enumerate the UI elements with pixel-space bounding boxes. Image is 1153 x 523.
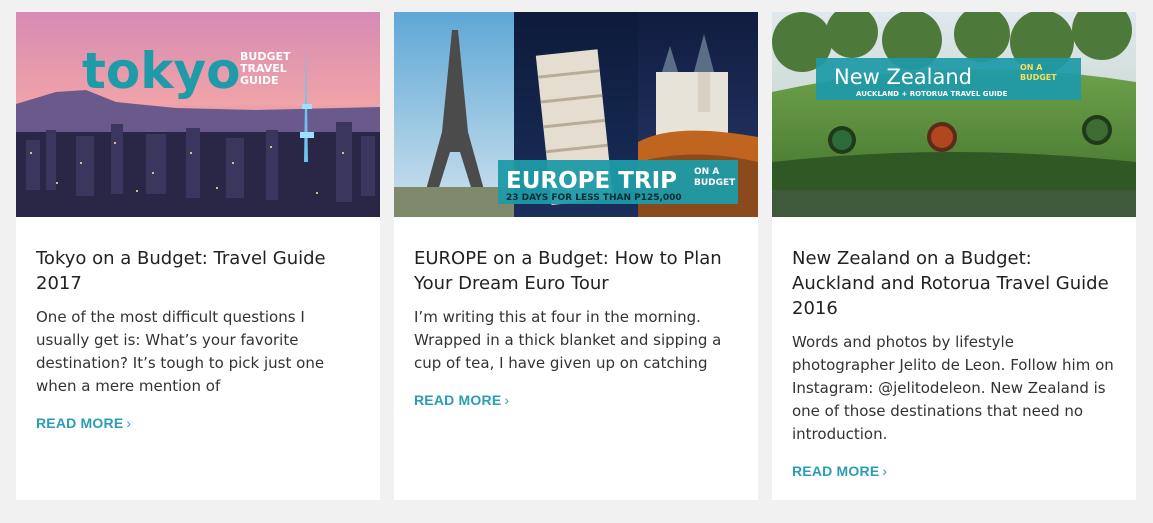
read-more-link-tokyo[interactable]: READ MORE › bbox=[36, 415, 131, 431]
tokyo-skyline-image: tokyo BUDGET TRAVEL GUIDE bbox=[16, 12, 380, 217]
post-title-new-zealand[interactable]: New Zealand on a Budget: Auckland and Ro… bbox=[792, 246, 1116, 321]
nz-image-tagline-2: BUDGET bbox=[1020, 73, 1057, 82]
nz-image-headline: New Zealand bbox=[834, 65, 972, 89]
hobbiton-image: New Zealand ON A BUDGET AUCKLAND + ROTOR… bbox=[772, 12, 1136, 217]
post-thumbnail-europe[interactable]: EUROPE TRIP ON A BUDGET 23 DAYS FOR LESS… bbox=[394, 12, 758, 217]
chevron-right-icon: › bbox=[126, 415, 132, 431]
tokyo-image-headline: tokyo bbox=[82, 42, 240, 100]
post-excerpt-tokyo: One of the most difficult questions I us… bbox=[36, 308, 325, 395]
post-excerpt-europe: I’m writing this at four in the morning.… bbox=[414, 308, 722, 372]
post-card-europe: EUROPE TRIP ON A BUDGET 23 DAYS FOR LESS… bbox=[394, 12, 758, 500]
post-title-tokyo[interactable]: Tokyo on a Budget: Travel Guide 2017 bbox=[36, 246, 360, 296]
post-grid: tokyo BUDGET TRAVEL GUIDE Tokyo on a Bud… bbox=[0, 0, 1153, 523]
nz-image-tagline-1: ON A bbox=[1020, 63, 1043, 72]
post-thumbnail-new-zealand[interactable]: New Zealand ON A BUDGET AUCKLAND + ROTOR… bbox=[772, 12, 1136, 217]
read-more-link-new-zealand[interactable]: READ MORE › bbox=[792, 463, 887, 479]
read-more-label: READ MORE bbox=[36, 415, 124, 431]
read-more-label: READ MORE bbox=[414, 392, 502, 408]
tokyo-image-tagline-3: GUIDE bbox=[240, 74, 279, 87]
chevron-right-icon: › bbox=[882, 463, 888, 479]
post-thumbnail-tokyo[interactable]: tokyo BUDGET TRAVEL GUIDE bbox=[16, 12, 380, 217]
europe-image-tagline-1: ON A bbox=[694, 167, 719, 177]
post-card-new-zealand: New Zealand ON A BUDGET AUCKLAND + ROTOR… bbox=[772, 12, 1136, 500]
europe-image-subline: 23 DAYS FOR LESS THAN P125,000 bbox=[506, 193, 682, 203]
read-more-link-europe[interactable]: READ MORE › bbox=[414, 392, 509, 408]
nz-image-subline: AUCKLAND + ROTORUA TRAVEL GUIDE bbox=[856, 90, 1008, 98]
europe-image-tagline-2: BUDGET bbox=[694, 178, 736, 188]
europe-image-headline: EUROPE TRIP bbox=[506, 168, 677, 194]
post-title-europe[interactable]: EUROPE on a Budget: How to Plan Your Dre… bbox=[414, 246, 738, 296]
post-card-tokyo: tokyo BUDGET TRAVEL GUIDE Tokyo on a Bud… bbox=[16, 12, 380, 500]
chevron-right-icon: › bbox=[504, 392, 510, 408]
read-more-label: READ MORE bbox=[792, 463, 880, 479]
europe-landmarks-image: EUROPE TRIP ON A BUDGET 23 DAYS FOR LESS… bbox=[394, 12, 758, 217]
post-excerpt-new-zealand: Words and photos by lifestyle photograph… bbox=[792, 333, 1114, 443]
